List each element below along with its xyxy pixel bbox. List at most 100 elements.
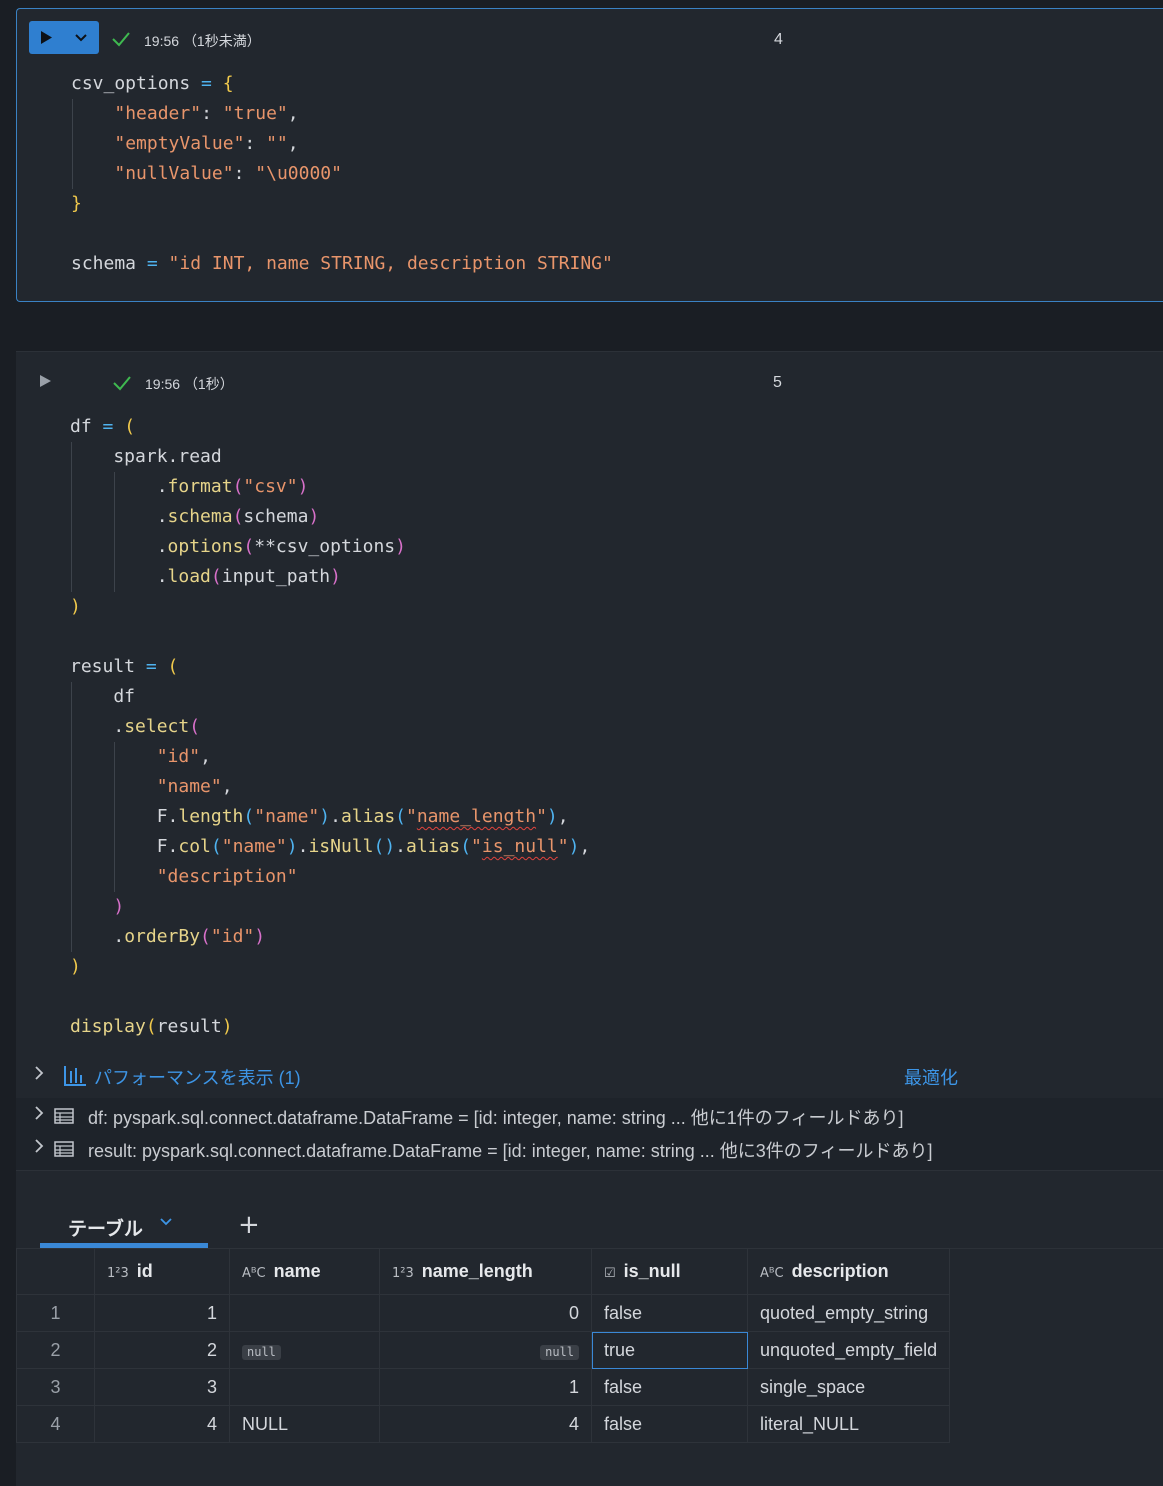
result-table: 1²3 id AᴮC name 1²3 name_length ☑ is_null Aᴮ…	[16, 1248, 951, 1443]
cell-name-length[interactable]: null	[379, 1331, 592, 1369]
code-token: alias	[340, 806, 396, 827]
code-token: .	[70, 716, 125, 737]
cell-value: NULL	[242, 1413, 289, 1434]
notebook-cell-4[interactable]: 19:56 （1秒未満） 4 csv_options = { "header":…	[16, 8, 1163, 302]
code-token: :	[201, 103, 223, 124]
cell-id[interactable]: 3	[94, 1368, 230, 1406]
performance-row[interactable]: パフォーマンスを表示 (1) 最適化	[16, 1056, 1163, 1092]
code-token: schema	[167, 506, 233, 527]
code-token: (	[145, 1016, 157, 1037]
cell-id[interactable]: 1	[94, 1294, 230, 1332]
variable-row-df[interactable]: df: pyspark.sql.connect.dataframe.DataFr…	[16, 1100, 1163, 1132]
column-header-id[interactable]: 1²3 id	[94, 1248, 230, 1295]
table-row[interactable]: 4 4 NULL 4 false literal_NULL	[16, 1405, 951, 1443]
table-row[interactable]: 2 2 null null true unquoted_empty_field	[16, 1331, 951, 1369]
code-token: F.	[70, 836, 179, 857]
code-line: "emptyValue": "",	[71, 129, 613, 159]
code-line: "header": "true",	[71, 99, 613, 129]
code-token: )	[286, 836, 298, 857]
row-number: 1	[16, 1294, 95, 1332]
code-token: (	[189, 716, 201, 737]
cell-is-null[interactable]: false	[591, 1405, 748, 1443]
code-line: csv_options = {	[71, 69, 613, 99]
code-token: ,	[221, 776, 233, 797]
column-header-name-length[interactable]: 1²3 name_length	[379, 1248, 592, 1295]
cell-description[interactable]: quoted_empty_string	[746, 1294, 951, 1332]
code-token: =	[201, 73, 212, 94]
code-token: (	[243, 536, 255, 557]
cell-description[interactable]: literal_NULL	[746, 1405, 951, 1443]
cell-name[interactable]	[229, 1368, 380, 1406]
code-editor[interactable]: csv_options = { "header": "true", "empty…	[71, 69, 613, 279]
run-cell-button[interactable]	[40, 374, 54, 388]
chevron-right-icon[interactable]	[34, 1106, 44, 1120]
column-header-description[interactable]: AᴮC description	[746, 1248, 951, 1295]
cell-value: 2	[206, 1339, 217, 1360]
cell-name-length[interactable]: 1	[379, 1368, 592, 1406]
code-token: spark.read	[70, 446, 222, 467]
cell-name-length[interactable]: 4	[379, 1405, 592, 1443]
variable-row-result[interactable]: result: pyspark.sql.connect.dataframe.Da…	[16, 1133, 1163, 1165]
cell-is-null[interactable]: true	[591, 1331, 748, 1369]
code-token: result	[156, 1016, 222, 1037]
add-tab-button[interactable]: +	[238, 1212, 260, 1238]
code-token: (	[210, 566, 222, 587]
chevron-down-icon[interactable]	[160, 1218, 172, 1226]
chevron-down-icon[interactable]	[63, 21, 99, 54]
play-icon[interactable]	[40, 375, 51, 387]
cell-is-null[interactable]: false	[591, 1294, 748, 1332]
code-token: .	[395, 836, 407, 857]
cell-id[interactable]: 4	[94, 1405, 230, 1443]
code-token: )	[546, 806, 558, 827]
integer-type-icon: 1²3	[392, 1266, 414, 1281]
cell-id[interactable]: 2	[94, 1331, 230, 1369]
code-token: is_null	[481, 836, 558, 857]
code-line: "id",	[70, 742, 590, 772]
code-token: "\u0000"	[255, 163, 342, 184]
code-token: "	[536, 806, 547, 827]
column-header-is-null[interactable]: ☑ is_null	[591, 1248, 748, 1295]
notebook-cell-5[interactable]: 19:56 （1秒） 5 df = ( spark.read .format("…	[16, 351, 1163, 1486]
code-token: input_path	[221, 566, 331, 587]
table-row[interactable]: 1 1 0 false quoted_empty_string	[16, 1294, 951, 1332]
code-token: )	[308, 506, 320, 527]
performance-link[interactable]: パフォーマンスを表示 (1)	[94, 1064, 301, 1090]
cell-number: 4	[774, 31, 783, 48]
cell-value: 1	[50, 1302, 61, 1323]
cell-name[interactable]: NULL	[229, 1405, 380, 1443]
table-row[interactable]: 3 3 1 false single_space	[16, 1368, 951, 1406]
cell-name[interactable]: null	[229, 1331, 380, 1369]
code-token: display	[70, 1016, 146, 1037]
column-header-name[interactable]: AᴮC name	[229, 1248, 380, 1295]
cell-value: 3	[50, 1376, 61, 1397]
code-token: isNull	[308, 836, 374, 857]
row-number-header	[16, 1248, 95, 1295]
code-token: (	[124, 416, 136, 437]
boolean-type-icon: ☑	[604, 1266, 616, 1281]
code-line: )	[70, 892, 590, 922]
tab-table[interactable]: テーブル	[40, 1196, 208, 1248]
null-badge: null	[540, 1344, 579, 1360]
cell-description[interactable]: unquoted_empty_field	[746, 1331, 951, 1369]
chevron-right-icon[interactable]	[34, 1066, 44, 1080]
code-token: name_length	[416, 806, 537, 827]
chevron-right-icon[interactable]	[34, 1139, 44, 1153]
code-token: load	[167, 566, 211, 587]
code-editor[interactable]: df = ( spark.read .format("csv") .schema…	[70, 412, 590, 1042]
cell-description[interactable]: single_space	[746, 1368, 951, 1406]
code-token: )	[70, 596, 81, 617]
cell-name[interactable]	[229, 1294, 380, 1332]
cell-value: false	[604, 1413, 643, 1434]
code-token: (	[167, 656, 179, 677]
run-cell-button[interactable]	[29, 21, 99, 54]
play-icon[interactable]	[29, 21, 63, 54]
code-token: schema	[243, 506, 309, 527]
cell-name-length[interactable]: 0	[379, 1294, 592, 1332]
optimize-link[interactable]: 最適化	[904, 1064, 958, 1090]
cell-is-null[interactable]: false	[591, 1368, 748, 1406]
